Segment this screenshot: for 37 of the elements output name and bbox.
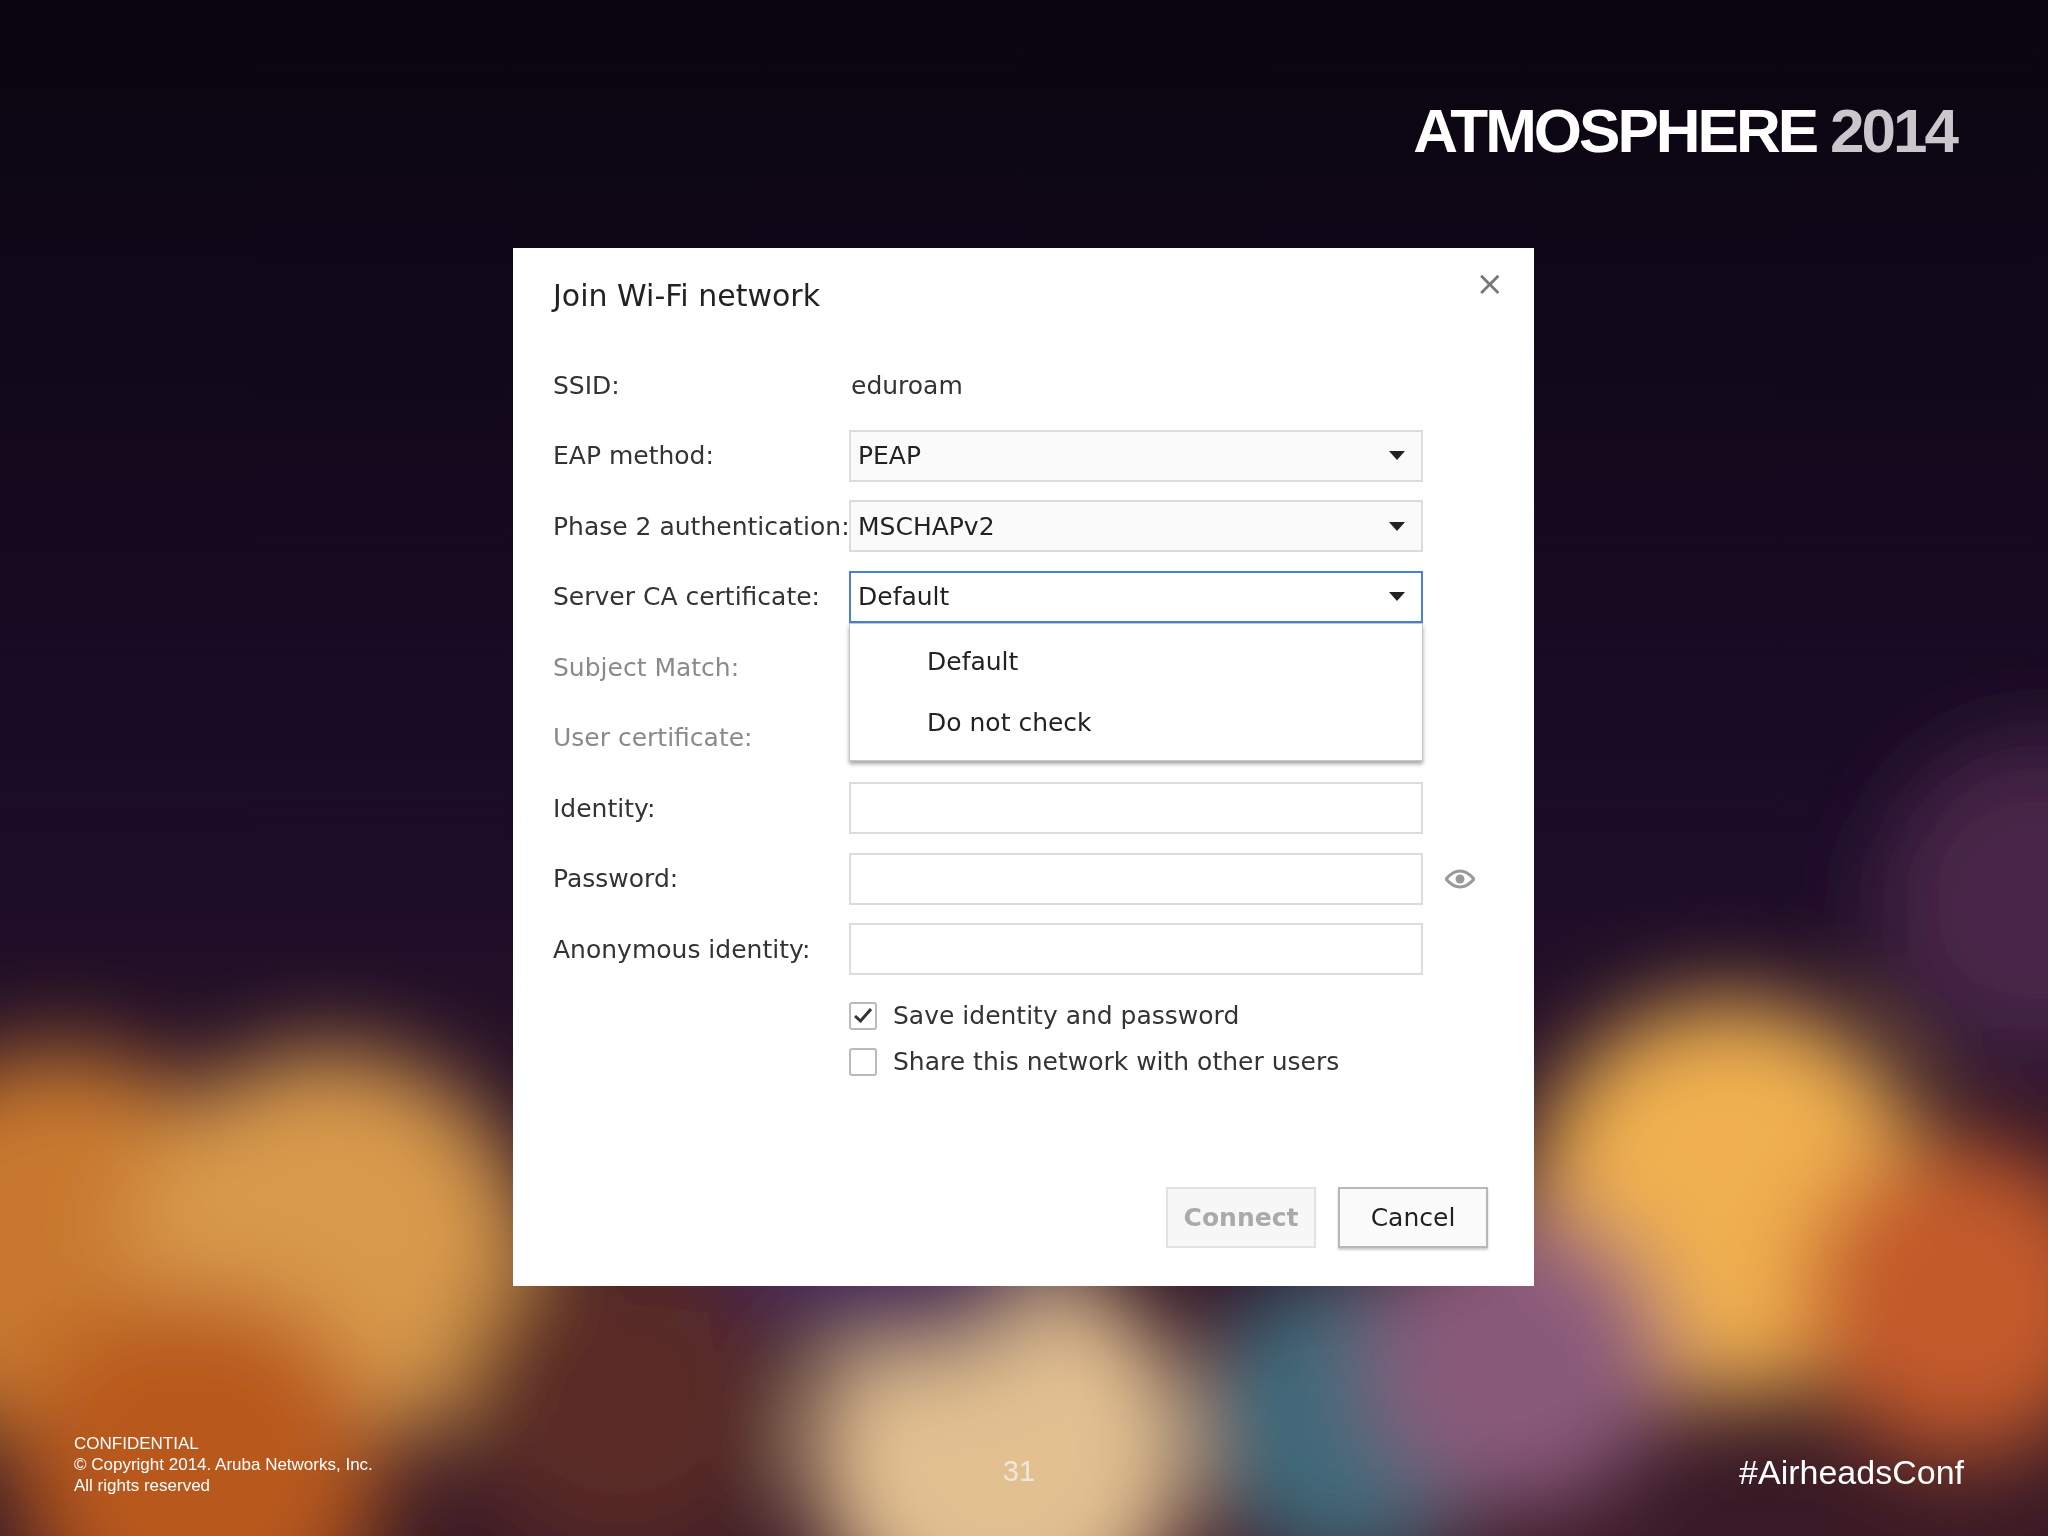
copyright-notice: All rights reserved [74,1475,212,1496]
ssid-value: eduroam [850,370,964,400]
page-number: 31 [1002,1455,1036,1488]
dropdown-select[interactable]: Default [849,570,1423,623]
dropdown-arrow-icon [1389,451,1405,460]
copyright-notice: © Copyright 2014. Aruba Networks, Inc. [74,1454,374,1475]
brand-year: 2014 [1830,100,1956,162]
checkbox-label: Save identity and password [893,1001,1240,1030]
input-field[interactable] [849,782,1423,834]
dialog-button[interactable]: Cancel [1338,1187,1488,1248]
checkbox[interactable] [849,1001,877,1030]
dialog-title: Join Wi-Fi network [553,278,821,313]
copyright-notice: CONFIDENTIAL [74,1433,200,1454]
input-field[interactable] [849,923,1423,975]
field-label: User certificate: [553,723,754,752]
field-label: Anonymous identity: [553,934,812,964]
menu-option[interactable]: Do not check [927,707,1422,737]
eye-icon[interactable] [1445,868,1475,889]
dropdown-arrow-icon [1389,521,1405,531]
brand-logo-text: ATMOSPHERE [1413,100,1817,162]
checkbox[interactable] [849,1047,877,1076]
menu-option[interactable]: Default [927,646,1422,676]
dropdown-select[interactable]: PEAP [849,429,1423,482]
checkbox-label: Share this network with other users [893,1047,1340,1076]
hashtag: #AirheadsConf [1738,1453,1964,1492]
dropdown-select[interactable]: MSCHAPv2 [849,500,1423,552]
field-label: Identity: [553,793,657,823]
close-button[interactable]: × [1475,266,1504,300]
field-label: Subject Match: [553,652,741,682]
password-field[interactable] [849,852,1423,905]
check-icon [854,1008,872,1023]
field-label: EAP method: [553,441,715,470]
field-label: Phase 2 authentication: [553,511,849,541]
field-label: Password: [553,864,680,893]
dropdown-arrow-icon [1389,592,1405,601]
field-label: Server CA certificate: [553,582,821,611]
field-label: SSID: [553,370,621,400]
